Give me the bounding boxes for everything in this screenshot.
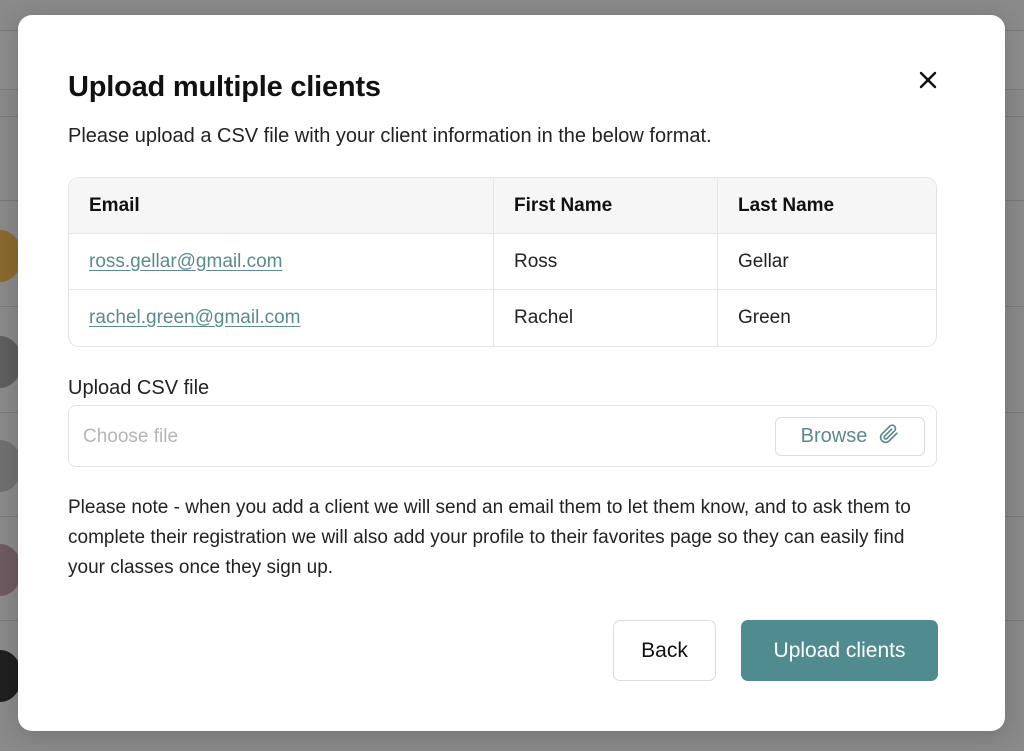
- column-header-email: Email: [69, 178, 494, 233]
- file-input-placeholder: Choose file: [83, 426, 179, 447]
- email-link[interactable]: ross.gellar@gmail.com: [89, 251, 283, 273]
- table-row: ross.gellar@gmail.com Ross Gellar: [69, 234, 936, 290]
- table-header-row: Email First Name Last Name: [69, 178, 936, 234]
- first-name-cell: Rachel: [494, 290, 718, 346]
- last-name-cell: Gellar: [738, 250, 789, 272]
- upload-clients-button[interactable]: Upload clients: [741, 620, 938, 681]
- back-button[interactable]: Back: [613, 620, 716, 681]
- modal-subtitle: Please upload a CSV file with your clien…: [68, 125, 712, 147]
- close-button[interactable]: [914, 68, 942, 96]
- upload-clients-modal: Upload multiple clients Please upload a …: [18, 15, 1005, 731]
- csv-file-input[interactable]: Choose file Browse: [68, 405, 937, 467]
- csv-format-table: Email First Name Last Name ross.gellar@g…: [68, 177, 937, 347]
- last-name-cell: Green: [738, 307, 791, 328]
- upload-csv-label: Upload CSV file: [68, 377, 210, 399]
- email-cell: rachel.green@gmail.com: [69, 290, 494, 346]
- browse-button[interactable]: Browse: [775, 417, 925, 456]
- email-cell: ross.gellar@gmail.com: [69, 234, 494, 289]
- modal-title: Upload multiple clients: [68, 71, 381, 103]
- column-header-last-name: Last Name: [738, 194, 835, 216]
- paperclip-icon: [879, 423, 899, 450]
- first-name-cell: Ross: [494, 234, 718, 289]
- close-icon: [918, 70, 938, 95]
- table-row: rachel.green@gmail.com Rachel Green: [69, 290, 936, 346]
- browse-label: Browse: [800, 425, 868, 447]
- column-header-first-name: First Name: [494, 178, 718, 233]
- email-link[interactable]: rachel.green@gmail.com: [89, 307, 301, 329]
- notification-note: Please note - when you add a client we w…: [68, 497, 911, 578]
